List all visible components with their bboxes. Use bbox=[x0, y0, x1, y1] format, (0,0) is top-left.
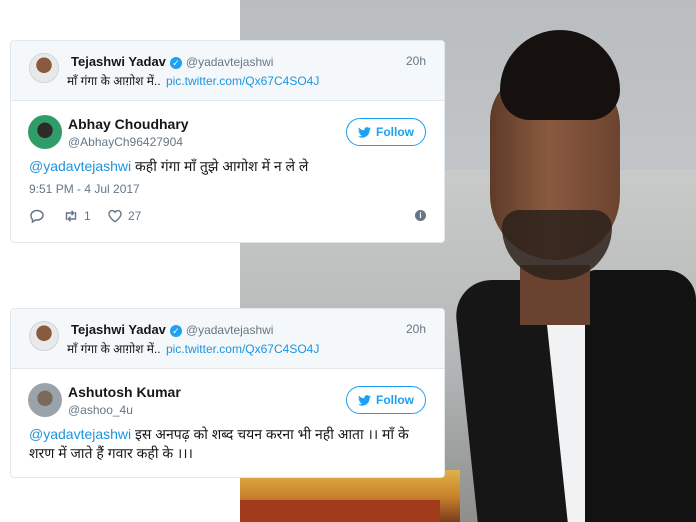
quoted-avatar[interactable] bbox=[29, 53, 59, 83]
quoted-time[interactable]: 20h bbox=[406, 54, 426, 68]
like-count: 27 bbox=[128, 209, 142, 223]
follow-label: Follow bbox=[376, 125, 414, 139]
quoted-text: माँ गंगा के आग़ोश में.. pic.twitter.com/… bbox=[67, 340, 319, 357]
author-handle[interactable]: @ashoo_4u bbox=[68, 403, 133, 417]
quoted-author[interactable]: Tejashwi Yadav ✓ @yadavtejashwi bbox=[71, 322, 273, 337]
quoted-text-body: माँ गंगा के आग़ोश में.. bbox=[67, 74, 161, 88]
author-name[interactable]: Ashutosh Kumar bbox=[68, 384, 181, 400]
tweet-author: Ashutosh Kumar @ashoo_4u Follow bbox=[11, 369, 444, 425]
tweet-card-2: Tejashwi Yadav ✓ @yadavtejashwi 20h माँ गं… bbox=[10, 308, 445, 478]
verified-icon: ✓ bbox=[169, 324, 182, 337]
author-avatar[interactable] bbox=[28, 115, 62, 149]
retweet-icon bbox=[65, 210, 77, 222]
tweet-text-body: कही गंगा माँ तुझे आगोश में न ले ले bbox=[131, 158, 309, 174]
tweet-timestamp[interactable]: 9:51 PM - 4 Jul 2017 bbox=[11, 176, 444, 196]
mention-link[interactable]: @yadavtejashwi bbox=[29, 158, 131, 174]
tweet-card-1: Tejashwi Yadav ✓ @yadavtejashwi 20h माँ गं… bbox=[10, 40, 445, 243]
quoted-time[interactable]: 20h bbox=[406, 322, 426, 336]
twitter-bird-icon bbox=[358, 394, 371, 406]
follow-button[interactable]: Follow bbox=[346, 118, 426, 146]
info-icon[interactable]: i bbox=[415, 210, 426, 221]
quoted-pic-link[interactable]: pic.twitter.com/Qx67C4SO4J bbox=[166, 74, 319, 88]
retweet-count: 1 bbox=[84, 209, 91, 223]
quoted-pic-link[interactable]: pic.twitter.com/Qx67C4SO4J bbox=[166, 342, 319, 356]
tweet-actions: 1 27 i bbox=[11, 204, 444, 234]
quoted-text-body: माँ गंगा के आग़ोश में.. bbox=[67, 342, 161, 356]
tweet-author: Abhay Choudhary @AbhayCh96427904 Follow bbox=[11, 101, 444, 157]
author-handle[interactable]: @AbhayCh96427904 bbox=[68, 135, 183, 149]
follow-label: Follow bbox=[376, 393, 414, 407]
quoted-tweet[interactable]: Tejashwi Yadav ✓ @yadavtejashwi 20h माँ गं… bbox=[11, 41, 444, 101]
reply-button[interactable] bbox=[29, 208, 45, 224]
heart-icon bbox=[108, 209, 122, 223]
author-avatar[interactable] bbox=[28, 383, 62, 417]
quoted-tweet[interactable]: Tejashwi Yadav ✓ @yadavtejashwi 20h माँ गं… bbox=[11, 309, 444, 369]
quoted-author-handle: @yadavtejashwi bbox=[185, 323, 274, 337]
author-name[interactable]: Abhay Choudhary bbox=[68, 116, 189, 132]
reply-icon bbox=[30, 209, 44, 224]
quoted-author-handle: @yadavtejashwi bbox=[185, 55, 274, 69]
quoted-text: माँ गंगा के आग़ोश में.. pic.twitter.com/… bbox=[67, 72, 319, 89]
quoted-author-name: Tejashwi Yadav bbox=[71, 322, 166, 337]
follow-button[interactable]: Follow bbox=[346, 386, 426, 414]
quoted-avatar[interactable] bbox=[29, 321, 59, 351]
mention-link[interactable]: @yadavtejashwi bbox=[29, 426, 131, 442]
retweet-button[interactable]: 1 bbox=[63, 208, 91, 224]
like-button[interactable]: 27 bbox=[107, 208, 141, 224]
twitter-bird-icon bbox=[358, 126, 371, 138]
tweet-text: @yadavtejashwi इस अनपढ़ को शब्द चयन करना… bbox=[11, 425, 444, 463]
tweet-text: @yadavtejashwi कही गंगा माँ तुझे आगोश मे… bbox=[11, 157, 444, 176]
quoted-author[interactable]: Tejashwi Yadav ✓ @yadavtejashwi bbox=[71, 54, 273, 69]
quoted-author-name: Tejashwi Yadav bbox=[71, 54, 166, 69]
verified-icon: ✓ bbox=[169, 56, 182, 69]
